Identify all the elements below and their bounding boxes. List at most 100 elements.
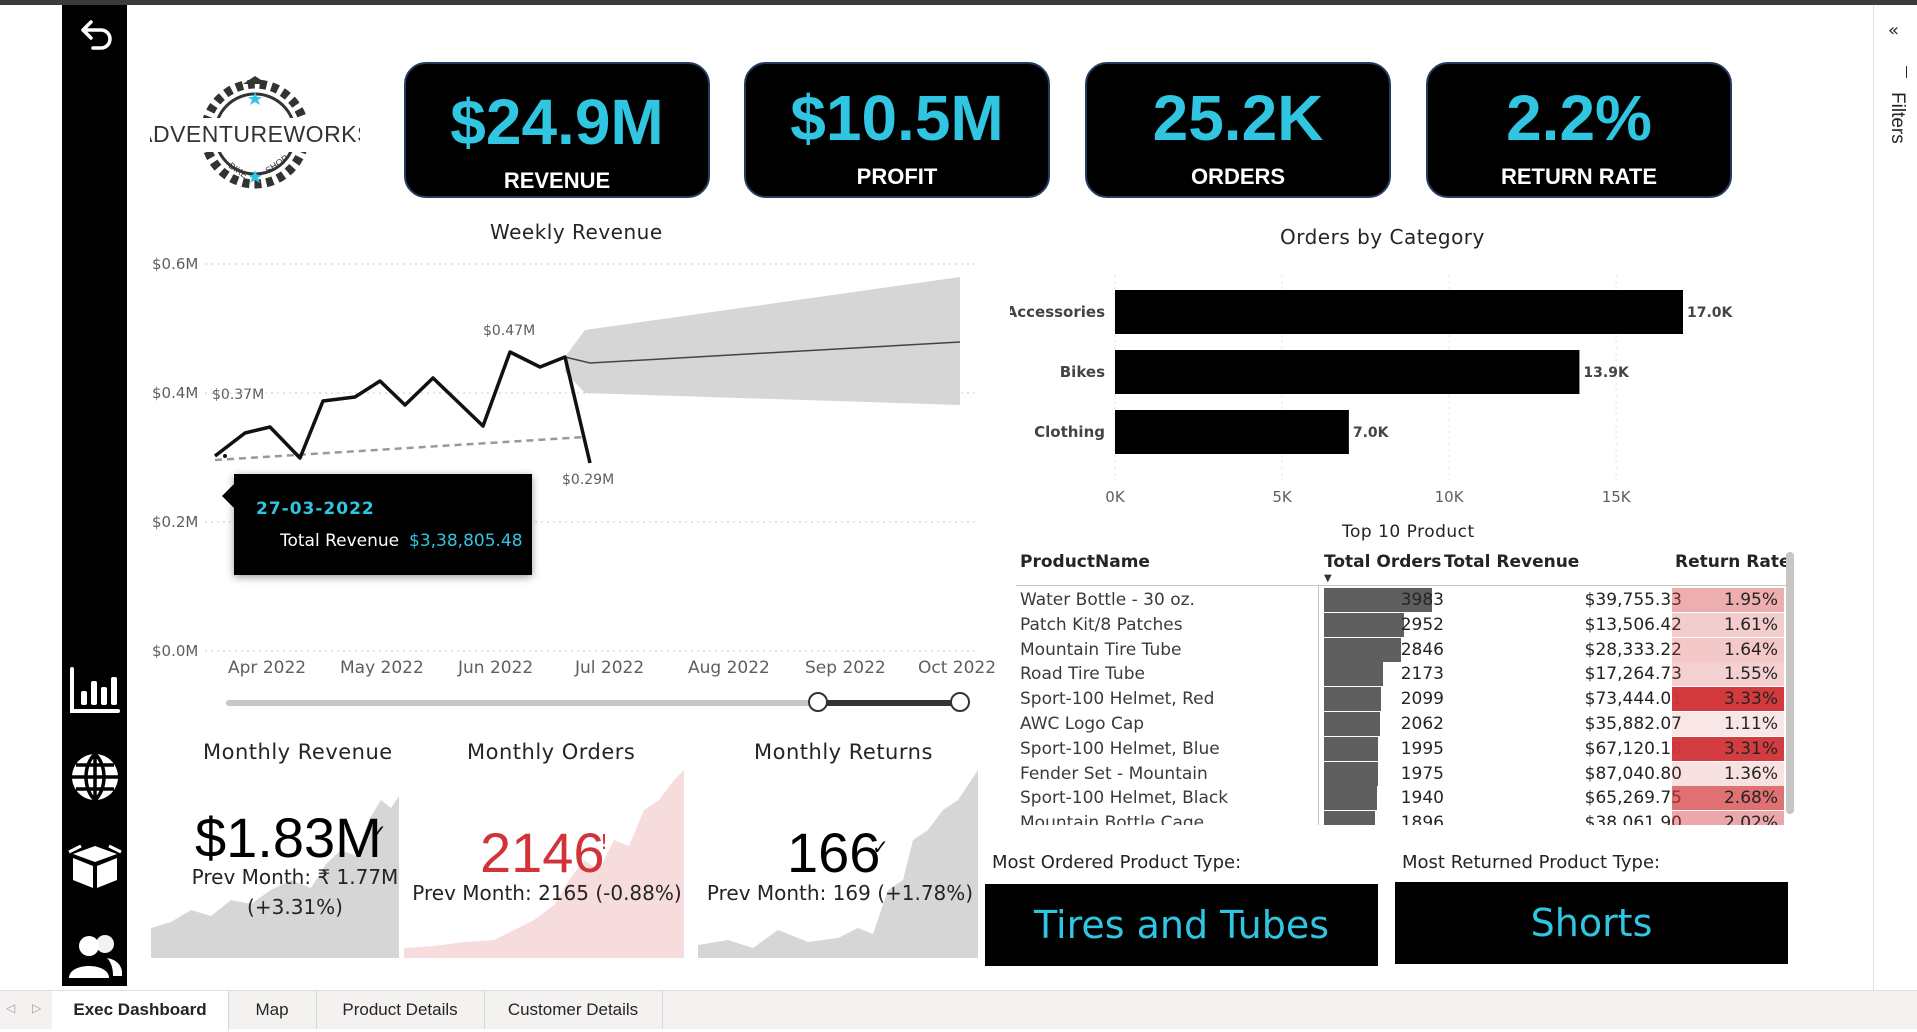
category-label: Clothing — [1034, 423, 1105, 441]
status-check-icon: ✓ — [872, 835, 889, 859]
most-returned-label: Most Returned Product Type: — [1402, 852, 1661, 873]
filter-icon — [1906, 66, 1907, 78]
tab-map[interactable]: Map — [228, 991, 317, 1029]
tooltip-date: 27-03-2022 — [256, 499, 375, 519]
forecast-band — [565, 277, 960, 405]
y-tick: $0.6M — [152, 255, 199, 273]
tab-prev-icon[interactable]: ◁ — [6, 1001, 15, 1015]
revenue-value: $35,882.07 — [1584, 714, 1682, 734]
data-label: $0.37M — [212, 387, 265, 403]
table-scrollbar[interactable] — [1786, 552, 1794, 814]
col-header-revenue[interactable]: Total Revenue — [1444, 552, 1579, 572]
table-row[interactable]: Road Tire Tube 2173 $17,264.73 1.55% — [1016, 662, 1788, 687]
revenue-value: $87,040.80 — [1584, 763, 1682, 784]
tooltip-value: $3,38,805.48 — [409, 531, 523, 551]
orders-value: 1975 — [1400, 763, 1444, 784]
tab-next-icon[interactable]: ▷ — [32, 1001, 41, 1015]
return-rate-cell: 1.95% — [1672, 588, 1784, 612]
product-name: Sport-100 Helmet, Red — [1020, 689, 1215, 710]
return-rate-cell: 3.31% — [1672, 736, 1784, 761]
kpi-card-return-rate: 2.2% RETURN RATE — [1426, 62, 1732, 198]
product-name: Water Bottle - 30 oz. — [1020, 590, 1195, 610]
tooltip-label: Total Revenue — [280, 531, 400, 551]
monthly-orders-value: 2146 — [480, 821, 605, 884]
most-returned-value: Shorts — [1395, 882, 1788, 964]
product-name: Sport-100 Helmet, Blue — [1020, 738, 1220, 759]
product-name: Road Tire Tube — [1020, 664, 1145, 685]
users-icon[interactable] — [62, 927, 127, 987]
revenue-value: $38,061.90 — [1584, 813, 1682, 825]
table-row[interactable]: Mountain Bottle Cage 1896 $38,061.90 2.02% — [1016, 811, 1788, 825]
kpi-value: 25.2K — [1152, 82, 1324, 154]
kpi-card-orders: 25.2K ORDERS — [1085, 62, 1391, 198]
col-header-product[interactable]: ProductName — [1020, 552, 1150, 572]
kpi-label: REVENUE — [503, 168, 611, 193]
bar-value-label: 17.0K — [1687, 305, 1734, 321]
revenue-value: $67,120.18 — [1584, 738, 1682, 759]
return-rate-cell: 2.68% — [1672, 786, 1784, 811]
kpi-value: $24.9M — [450, 86, 664, 158]
category-bar[interactable] — [1115, 290, 1683, 334]
top10-title: Top 10 Product — [1342, 522, 1475, 542]
box-icon[interactable] — [62, 837, 127, 897]
adventureworks-logo: ADVENTUREWORKS BIKE SHOP — [137, 72, 372, 197]
y-tick: $0.2M — [152, 513, 199, 531]
table-row[interactable]: Sport-100 Helmet, Blue 1995 $67,120.18 3.31… — [1016, 736, 1788, 762]
logo-text: ADVENTUREWORKS — [150, 121, 360, 147]
data-label: $0.29M — [562, 472, 615, 488]
top-bar — [0, 0, 1917, 5]
table-row[interactable]: Sport-100 Helmet, Red 2099 $73,444.01 3.33% — [1016, 687, 1788, 712]
return-rate-cell: 1.55% — [1672, 662, 1784, 687]
tab-product-details[interactable]: Product Details — [316, 991, 485, 1029]
monthly-revenue-value: $1.83M — [195, 806, 382, 869]
filters-label[interactable]: Filters — [1886, 92, 1908, 144]
monthly-revenue-prev: Prev Month: ₹ 1.77M (+3.31%) — [191, 865, 399, 919]
bar-value-label: 13.9K — [1583, 365, 1630, 381]
left-nav — [62, 5, 127, 986]
col-header-return-rate[interactable]: Return Rate — [1675, 552, 1790, 572]
weekly-revenue-title: Weekly Revenue — [490, 220, 663, 244]
revenue-value: $28,333.22 — [1584, 639, 1682, 660]
back-arrow-icon[interactable] — [62, 11, 127, 61]
orders-value: 2173 — [1400, 664, 1444, 685]
filters-pane-border — [1873, 5, 1874, 990]
return-rate-cell: 2.02% — [1672, 811, 1784, 825]
header-divider — [1016, 585, 1788, 586]
orders-by-category-chart[interactable]: Accessories 17.0K Bikes 13.9K Clothing 7.0K 0K… — [1010, 275, 1810, 515]
product-name: AWC Logo Cap — [1020, 714, 1145, 734]
product-name: Mountain Bottle Cage — [1020, 813, 1205, 825]
revenue-series — [213, 350, 592, 464]
tab-customer-details[interactable]: Customer Details — [484, 991, 663, 1029]
monthly-revenue-title: Monthly Revenue — [203, 740, 393, 764]
page-tabs: ◁ ▷ Exec Dashboard Map Product Details C… — [0, 990, 1917, 1032]
product-name: Fender Set - Mountain — [1020, 763, 1208, 784]
category-label: Accessories — [1010, 303, 1105, 321]
kpi-card-revenue: $24.9M REVENUE — [404, 62, 710, 198]
category-bar[interactable] — [1115, 350, 1580, 394]
category-bar[interactable] — [1115, 410, 1349, 454]
status-check-icon: ✓ — [370, 820, 387, 844]
table-row[interactable]: Mountain Tire Tube 2846 $28,333.22 1.64% — [1016, 637, 1788, 663]
monthly-orders-title: Monthly Orders — [467, 740, 636, 764]
orders-value: 1995 — [1400, 738, 1444, 759]
bar-value-label: 7.0K — [1353, 425, 1390, 441]
monthly-returns-value: 166 — [787, 821, 881, 884]
svg-text:SHOP: SHOP — [263, 153, 290, 176]
most-ordered-value: Tires and Tubes — [985, 884, 1378, 966]
monthly-returns-title: Monthly Returns — [754, 740, 933, 764]
orders-value: 2952 — [1400, 614, 1444, 635]
col-header-orders[interactable]: Total Orders — [1324, 552, 1441, 572]
chart-tooltip: 27-03-2022 Total Revenue $3,38,805.48 — [222, 474, 532, 575]
table-row[interactable]: Sport-100 Helmet, Black 1940 $65,269.75 2.6… — [1016, 786, 1788, 811]
table-row[interactable]: Fender Set - Mountain 1975 $87,040.80 1.36% — [1016, 761, 1788, 787]
return-rate-cell: 3.33% — [1672, 687, 1784, 712]
table-row[interactable]: Patch Kit/8 Patches 2952 $13,506.42 1.61% — [1016, 612, 1788, 638]
table-row[interactable]: Water Bottle - 30 oz. 3983 $39,755.33 1.95% — [1016, 588, 1788, 613]
collapse-filters-icon[interactable]: « — [1888, 20, 1899, 41]
product-name: Sport-100 Helmet, Black — [1020, 788, 1229, 809]
table-row[interactable]: AWC Logo Cap 2062 $35,882.07 1.11% — [1016, 712, 1788, 737]
orders-by-category-title: Orders by Category — [1280, 225, 1485, 249]
tab-exec-dashboard[interactable]: Exec Dashboard — [52, 991, 229, 1032]
y-tick: $0.4M — [152, 384, 199, 402]
revenue-value: $13,506.42 — [1584, 614, 1682, 635]
